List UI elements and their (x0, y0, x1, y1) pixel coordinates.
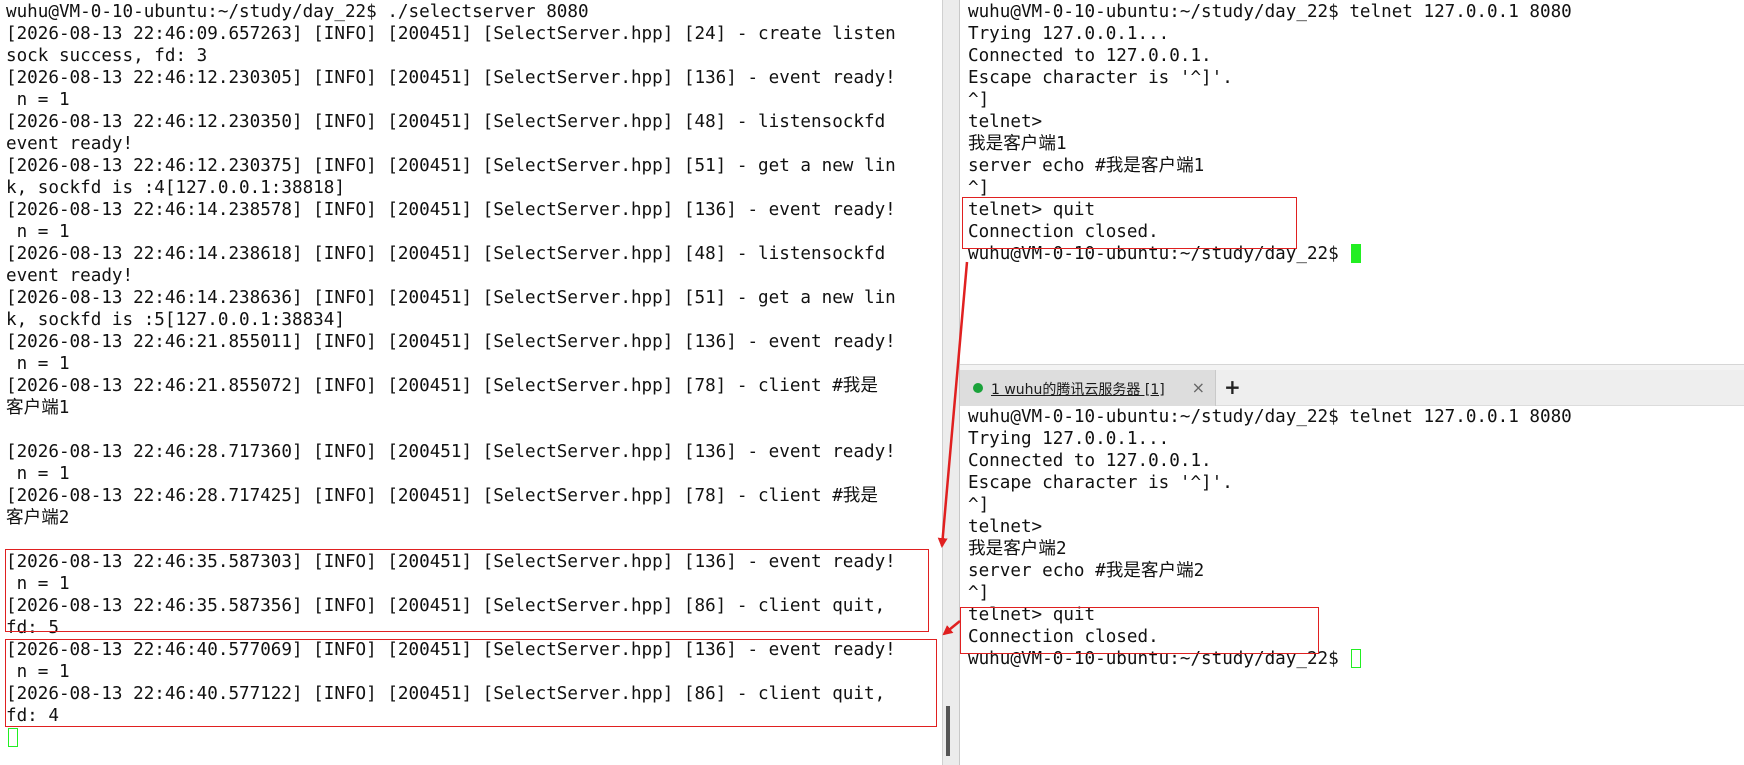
add-tab-icon[interactable]: + (1224, 375, 1241, 399)
terminal-line: telnet> quit (968, 605, 1096, 625)
terminal-line: wuhu@VM-0-10-ubuntu:~/study/day_22$ teln… (968, 2, 1572, 22)
terminal-line: [2026-08-13 22:46:12.230375] [INFO] [200… (6, 156, 896, 176)
terminal-line: n = 1 (6, 662, 70, 682)
session-tab-bar: 1 wuhu的腾讯云服务器 [1] × + (960, 370, 1744, 406)
terminal-line: Connected to 127.0.0.1. (968, 46, 1212, 66)
terminal-line: n = 1 (6, 574, 70, 594)
shell-prompt: wuhu@VM-0-10-ubuntu:~/study/day_22$ (968, 649, 1350, 669)
terminal-line: ^] (968, 90, 990, 110)
terminal-line: telnet> quit (968, 200, 1096, 220)
terminal-line: [2026-08-13 22:46:14.238618] [INFO] [200… (6, 244, 886, 264)
terminal-line: sock success, fd: 3 (6, 46, 208, 66)
server-terminal-output: wuhu@VM-0-10-ubuntu:~/study/day_22$ ./se… (6, 1, 896, 749)
terminal-line: fd: 4 (6, 706, 59, 726)
shell-prompt: wuhu@VM-0-10-ubuntu:~/study/day_22$ (968, 244, 1350, 264)
terminal-line: n = 1 (6, 222, 70, 242)
terminal-line: wuhu@VM-0-10-ubuntu:~/study/day_22$ ./se… (6, 2, 589, 22)
terminal-line: event ready! (6, 134, 134, 154)
terminal-line: [2026-08-13 22:46:14.238578] [INFO] [200… (6, 200, 896, 220)
terminal-line: [2026-08-13 22:46:09.657263] [INFO] [200… (6, 24, 896, 44)
terminal-line: ^] (968, 583, 990, 603)
terminal-line: 我是客户端2 (968, 539, 1067, 559)
server-terminal-scrollbar[interactable] (946, 706, 950, 756)
terminal-line: [2026-08-13 22:46:28.717360] [INFO] [200… (6, 442, 896, 462)
terminal-cursor (8, 728, 18, 747)
terminal-line: server echo #我是客户端1 (968, 156, 1205, 176)
terminal-line: [2026-08-13 22:46:28.717425] [INFO] [200… (6, 486, 878, 506)
terminal-line: [2026-08-13 22:46:40.577069] [INFO] [200… (6, 640, 896, 660)
connection-status-icon (973, 383, 983, 393)
terminal-line: [2026-08-13 22:46:21.855072] [INFO] [200… (6, 376, 878, 396)
terminal-line: [2026-08-13 22:46:40.577122] [INFO] [200… (6, 684, 886, 704)
terminal-line: Connection closed. (968, 222, 1159, 242)
terminal-line: 客户端2 (6, 508, 70, 528)
client2-terminal-pane[interactable]: wuhu@VM-0-10-ubuntu:~/study/day_22$ teln… (960, 406, 1744, 765)
terminal-line: fd: 5 (6, 618, 59, 638)
terminal-line: ^] (968, 495, 990, 515)
terminal-line: telnet> (968, 517, 1043, 537)
terminal-line: [2026-08-13 22:46:12.230350] [INFO] [200… (6, 112, 886, 132)
terminal-prompt-line: wuhu@VM-0-10-ubuntu:~/study/day_22$ (968, 243, 1572, 265)
terminal-line: 我是客户端1 (968, 134, 1067, 154)
client1-terminal-pane[interactable]: wuhu@VM-0-10-ubuntu:~/study/day_22$ teln… (960, 0, 1744, 370)
terminal-line: [2026-08-13 22:46:12.230305] [INFO] [200… (6, 68, 896, 88)
client2-terminal-output: wuhu@VM-0-10-ubuntu:~/study/day_22$ teln… (968, 406, 1572, 670)
terminal-line: Trying 127.0.0.1... (968, 24, 1170, 44)
close-tab-icon[interactable]: × (1192, 378, 1205, 397)
terminal-line: Connected to 127.0.0.1. (968, 451, 1212, 471)
terminal-line: event ready! (6, 266, 134, 286)
session-tab[interactable]: 1 wuhu的腾讯云服务器 [1] × (960, 370, 1216, 406)
terminal-line: k, sockfd is :5[127.0.0.1:38834] (6, 310, 345, 330)
vertical-splitter[interactable] (942, 0, 960, 765)
terminal-line: Connection closed. (968, 627, 1159, 647)
terminal-line: Escape character is '^]'. (968, 68, 1233, 88)
terminal-line: Escape character is '^]'. (968, 473, 1233, 493)
terminal-line: n = 1 (6, 464, 70, 484)
terminal-line: telnet> (968, 112, 1043, 132)
terminal-line: n = 1 (6, 90, 70, 110)
terminal-cursor (1351, 244, 1362, 263)
terminal-line: [2026-08-13 22:46:35.587356] [INFO] [200… (6, 596, 886, 616)
terminal-line: n = 1 (6, 354, 70, 374)
terminal-line: k, sockfd is :4[127.0.0.1:38818] (6, 178, 345, 198)
terminal-line: ^] (968, 178, 990, 198)
terminal-prompt-line (6, 727, 896, 749)
terminal-line: server echo #我是客户端2 (968, 561, 1205, 581)
session-tab-label: 1 wuhu的腾讯云服务器 [1] (991, 382, 1165, 398)
terminal-line: 客户端1 (6, 398, 70, 418)
terminal-line: Trying 127.0.0.1... (968, 429, 1170, 449)
server-terminal-pane[interactable]: wuhu@VM-0-10-ubuntu:~/study/day_22$ ./se… (0, 0, 942, 765)
terminal-line: [2026-08-13 22:46:35.587303] [INFO] [200… (6, 552, 896, 572)
terminal-cursor (1351, 649, 1362, 668)
client1-terminal-output: wuhu@VM-0-10-ubuntu:~/study/day_22$ teln… (968, 1, 1572, 265)
terminal-line: [2026-08-13 22:46:14.238636] [INFO] [200… (6, 288, 896, 308)
terminal-line: wuhu@VM-0-10-ubuntu:~/study/day_22$ teln… (968, 407, 1572, 427)
terminal-line: [2026-08-13 22:46:21.855011] [INFO] [200… (6, 332, 896, 352)
terminal-prompt-line: wuhu@VM-0-10-ubuntu:~/study/day_22$ (968, 648, 1572, 670)
